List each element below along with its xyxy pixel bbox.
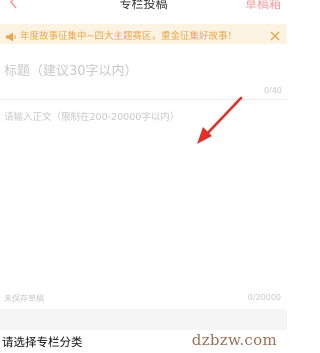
- notice-text: 年度故事征集中~四大主题赛区，重金征集好故事！: [20, 31, 237, 42]
- megaphone-icon: [5, 28, 17, 42]
- title-char-counter: 0/40: [264, 86, 282, 95]
- title-input[interactable]: [4, 60, 274, 82]
- category-label: 请选择专栏分类: [2, 335, 83, 349]
- watermark: dzbzw.com: [191, 331, 277, 349]
- body-char-counter: 0/20000: [247, 293, 281, 302]
- top-nav-bar: 专栏投稿 草稿箱: [0, 0, 287, 14]
- notice-banner[interactable]: 年度故事征集中~四大主题赛区，重金征集好故事！: [0, 24, 287, 44]
- close-icon[interactable]: [269, 27, 281, 41]
- drafts-button[interactable]: 草稿箱: [245, 0, 281, 12]
- page-title: 专栏投稿: [119, 0, 168, 11]
- section-separator: [0, 309, 287, 331]
- red-arrow-icon: [197, 96, 243, 144]
- draft-save-status: 未保存草稿: [4, 294, 44, 303]
